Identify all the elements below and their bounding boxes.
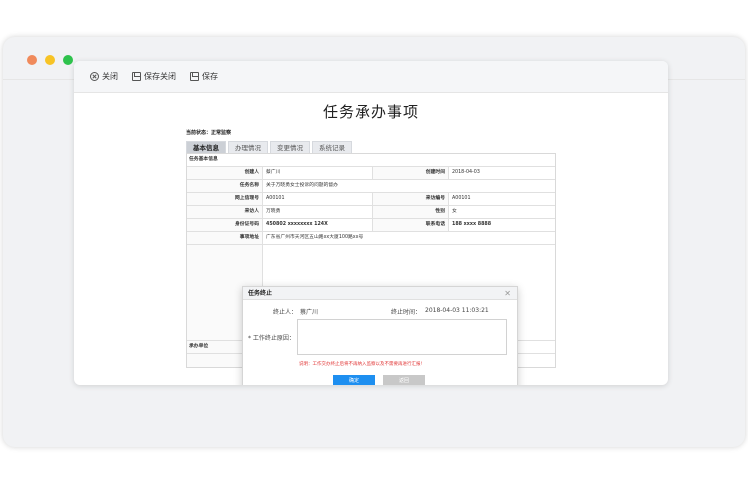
table-row: 任务名称 关于万晓勇女士投诉的问题的督办	[187, 180, 555, 193]
close-icon[interactable]: ✕	[504, 287, 511, 300]
field-label: 来访人	[187, 206, 263, 218]
terminator-value: 蔡广川	[300, 309, 319, 316]
table-row: 网上信理号 A00101 来访编号 A00101	[187, 193, 555, 206]
status-text: 当前状态：正常监察	[186, 130, 232, 136]
minimize-window-button[interactable]	[45, 55, 55, 65]
toolbar: 关闭 保存关闭 保存	[74, 61, 668, 93]
reason-label: * 工作终止原因：	[248, 335, 295, 342]
save-icon	[132, 72, 141, 81]
close-icon	[90, 72, 99, 81]
save-button[interactable]: 保存	[190, 71, 218, 82]
field-label: 来访编号	[373, 193, 449, 205]
field-label: 创建时间	[373, 167, 449, 179]
tab-changes[interactable]: 变更情况	[270, 141, 310, 153]
section-header: 任务基本信息	[187, 154, 555, 167]
dialog-note: 说明：工作交办终止后将不再纳入监察以及不需要再进行汇报!	[299, 362, 423, 367]
reason-textarea[interactable]	[297, 319, 507, 355]
field-value: 2018-04-03	[452, 170, 480, 175]
field-value: 450802 xxxxxxxx 124X	[263, 219, 373, 231]
table-row: 创建人 蔡广川 创建时间 2018-04-03	[187, 167, 555, 180]
field-value: 188 xxxx 8888	[452, 222, 492, 227]
terminator-label: 终止人：	[273, 309, 298, 316]
confirm-button[interactable]: 确定	[333, 375, 375, 385]
return-button[interactable]: 返回	[383, 375, 425, 385]
field-value: A00101	[452, 196, 471, 201]
terminate-task-dialog: 任务终止 ✕ 终止人： 蔡广川 终止时间： 2018-04-03 11:03:2…	[242, 286, 518, 385]
save-close-button-label: 保存关闭	[144, 72, 176, 81]
close-window-button[interactable]	[27, 55, 37, 65]
table-row: 身份证号码 450802 xxxxxxxx 124X 联系电话 188 xxxx…	[187, 219, 555, 232]
dialog-title: 任务终止	[248, 290, 273, 297]
field-label: 创建人	[187, 167, 263, 179]
table-row: 事项地址 广东省广州市天河区五山路xx大厦100路xx号	[187, 232, 555, 245]
task-page: 关闭 保存关闭 保存 任务承办事项 当前状态：正常监察 基本信息 办理情况 变更…	[74, 61, 668, 385]
field-label: 网上信理号	[187, 193, 263, 205]
field-value: 万晓勇	[263, 206, 373, 218]
tab-basic-info[interactable]: 基本信息	[186, 141, 226, 153]
terminate-time-value: 2018-04-03 11:03:21	[425, 307, 489, 314]
tab-system-log[interactable]: 系统记录	[312, 141, 352, 153]
close-button-label: 关闭	[102, 72, 118, 81]
floppy-icon	[190, 72, 199, 81]
maximize-window-button[interactable]	[63, 55, 73, 65]
tab-bar: 基本信息 办理情况 变更情况 系统记录	[186, 141, 354, 153]
field-value: 广东省广州市天河区五山路xx大厦100路xx号	[266, 235, 364, 240]
field-label: 身份证号码	[187, 219, 263, 231]
tab-handling[interactable]: 办理情况	[228, 141, 268, 153]
field-label: 性别	[373, 206, 449, 218]
field-value: 关于万晓勇女士投诉的问题的督办	[266, 183, 338, 188]
close-button[interactable]: 关闭	[90, 71, 118, 82]
field-label: 联系电话	[373, 219, 449, 231]
field-value: 女	[452, 209, 457, 214]
table-row: 来访人 万晓勇 性别 女	[187, 206, 555, 219]
save-close-button[interactable]: 保存关闭	[132, 71, 176, 82]
dialog-header: 任务终止 ✕	[243, 287, 517, 300]
save-button-label: 保存	[202, 72, 218, 81]
terminate-time-label: 终止时间：	[391, 309, 422, 316]
field-value: 蔡广川	[263, 167, 373, 179]
field-label: 事项地址	[187, 232, 263, 244]
field-value: A00101	[263, 193, 373, 205]
page-title: 任务承办事项	[322, 103, 419, 121]
field-label: 任务名称	[187, 180, 263, 192]
